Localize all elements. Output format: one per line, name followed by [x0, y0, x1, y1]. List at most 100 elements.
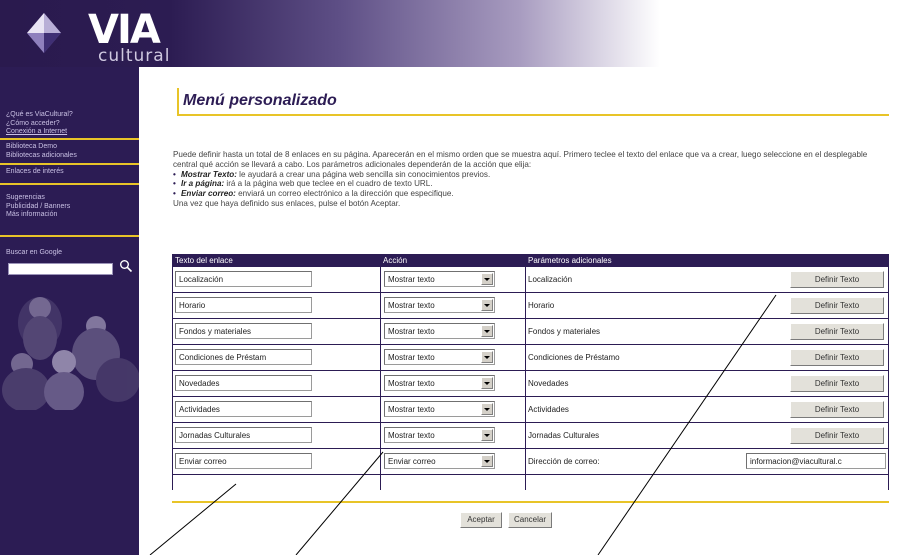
logo-diamond-icon — [27, 13, 61, 53]
logo-wordmark: VIA — [88, 7, 161, 53]
title-accent-bar — [177, 88, 179, 114]
action-select-value: Mostrar texto — [388, 275, 435, 284]
column-header-link-text: Texto del enlace — [172, 254, 380, 267]
action-select[interactable]: Mostrar texto — [384, 401, 495, 417]
table-row: Fondos y materiales Mostrar texto Fondos… — [172, 319, 889, 345]
action-cell: Mostrar texto — [380, 397, 525, 423]
sidebar-item-conexion[interactable]: Conexión a Internet — [6, 128, 73, 137]
action-select-value: Mostrar texto — [388, 379, 435, 388]
param-label: Localización — [528, 275, 573, 284]
action-cell: Mostrar texto — [380, 267, 525, 293]
table-row: Novedades Mostrar texto Novedades Definir… — [172, 371, 889, 397]
sidebar-group-extra: Sugerencias Publicidad / Banners Más inf… — [6, 194, 70, 220]
define-text-button[interactable]: Definir Texto — [790, 323, 884, 340]
action-list-item: Enviar correo: enviará un correo electró… — [173, 189, 889, 199]
link-text-cell: Localización — [172, 267, 380, 293]
table-row: Horario Mostrar texto Horario Definir Tex… — [172, 293, 889, 319]
sidebar-group-enlaces: Enlaces de interés — [6, 168, 64, 177]
sidebar-people-photo — [0, 278, 139, 410]
action-description: le ayudará a crear una página web sencil… — [236, 169, 491, 179]
link-text-input[interactable]: Jornadas Culturales — [175, 427, 312, 443]
define-text-button[interactable]: Definir Texto — [790, 297, 884, 314]
param-label: Novedades — [528, 379, 569, 388]
table-row: Localización Mostrar texto Localización D… — [172, 267, 889, 293]
sidebar-item-enlaces[interactable]: Enlaces de interés — [6, 168, 64, 177]
action-list-item: Ir a página: irá a la página web que tec… — [173, 179, 889, 189]
link-text-input[interactable]: Localización — [175, 271, 312, 287]
sidebar-item-mas-informacion[interactable]: Más información — [6, 211, 70, 220]
chevron-down-icon[interactable] — [481, 455, 493, 467]
define-text-button[interactable]: Definir Texto — [790, 349, 884, 366]
chevron-down-icon[interactable] — [481, 403, 493, 415]
sidebar-item-que-es[interactable]: ¿Qué es ViaCultural? — [6, 111, 73, 120]
define-text-button[interactable]: Definir Texto — [790, 375, 884, 392]
link-text-input[interactable]: Horario — [175, 297, 312, 313]
action-select[interactable]: Mostrar texto — [384, 375, 495, 391]
search-label: Buscar en Google — [6, 249, 63, 256]
params-cell: Actividades Definir Texto — [525, 397, 889, 423]
sidebar-item-publicidad[interactable]: Publicidad / Banners — [6, 203, 70, 212]
chevron-down-icon[interactable] — [481, 429, 493, 441]
column-header-params: Parámetros adicionales — [525, 254, 889, 267]
params-cell: Dirección de correo: informacion@viacultu… — [525, 449, 889, 475]
chevron-down-icon[interactable] — [481, 351, 493, 363]
search-input[interactable] — [8, 263, 113, 275]
sidebar-divider — [0, 183, 139, 185]
sidebar-group-bibliotecas: Biblioteca Demo Bibliotecas adicionales — [6, 143, 77, 160]
sidebar-group-search: Buscar en Google — [6, 249, 62, 258]
link-text-input[interactable]: Fondos y materiales — [175, 323, 312, 339]
link-text-input[interactable]: Condiciones de Préstam — [175, 349, 312, 365]
params-cell: Localización Definir Texto — [525, 267, 889, 293]
action-select[interactable]: Enviar correo — [384, 453, 495, 469]
sidebar-item-como-acceder[interactable]: ¿Cómo acceder? — [6, 120, 73, 129]
chevron-down-icon[interactable] — [481, 299, 493, 311]
chevron-down-icon[interactable] — [481, 325, 493, 337]
email-field[interactable]: informacion@viacultural.c — [746, 453, 886, 469]
action-select-value: Mostrar texto — [388, 327, 435, 336]
intro-outro: Una vez que haya definido sus enlaces, p… — [173, 198, 401, 208]
param-label: Jornadas Culturales — [528, 431, 600, 440]
sidebar-group-info: ¿Qué es ViaCultural? ¿Cómo acceder? Cone… — [6, 111, 73, 137]
action-cell: Mostrar texto — [380, 293, 525, 319]
header-banner: VIA cultural — [0, 0, 901, 67]
param-label: Horario — [528, 301, 555, 310]
chevron-down-icon[interactable] — [481, 273, 493, 285]
link-text-cell: Actividades — [172, 397, 380, 423]
params-cell: Fondos y materiales Definir Texto — [525, 319, 889, 345]
action-select[interactable]: Mostrar texto — [384, 323, 495, 339]
column-header-action: Acción — [380, 254, 525, 267]
params-cell: Novedades Definir Texto — [525, 371, 889, 397]
sidebar-item-sugerencias[interactable]: Sugerencias — [6, 194, 70, 203]
link-text-cell: Novedades — [172, 371, 380, 397]
links-table: Texto del enlace Acción Parámetros adici… — [172, 254, 889, 490]
accept-button[interactable]: Aceptar — [460, 512, 502, 528]
sidebar-item-bibliotecas-adicionales[interactable]: Bibliotecas adicionales — [6, 152, 77, 161]
search-icon[interactable] — [119, 259, 133, 273]
action-description: irá a la página web que teclee en el cua… — [224, 179, 433, 189]
action-select[interactable]: Mostrar texto — [384, 297, 495, 313]
action-description: enviará un correo electrónico a la direc… — [235, 189, 454, 199]
action-select[interactable]: Mostrar texto — [384, 427, 495, 443]
action-select-value: Mostrar texto — [388, 353, 435, 362]
sidebar-item-biblioteca-demo[interactable]: Biblioteca Demo — [6, 143, 77, 152]
footer-divider — [172, 501, 889, 503]
action-select-value: Mostrar texto — [388, 301, 435, 310]
define-text-button[interactable]: Definir Texto — [790, 401, 884, 418]
link-text-cell: Fondos y materiales — [172, 319, 380, 345]
link-text-cell: Enviar correo — [172, 449, 380, 475]
link-text-input[interactable]: Actividades — [175, 401, 312, 417]
chevron-down-icon[interactable] — [481, 377, 493, 389]
action-select-value: Mostrar texto — [388, 431, 435, 440]
title-underline — [177, 114, 889, 116]
define-text-button[interactable]: Definir Texto — [790, 427, 884, 444]
param-label: Actividades — [528, 405, 569, 414]
table-row: Condiciones de Préstam Mostrar texto Con… — [172, 345, 889, 371]
action-select[interactable]: Mostrar texto — [384, 271, 495, 287]
sidebar-divider — [0, 163, 139, 165]
action-select[interactable]: Mostrar texto — [384, 349, 495, 365]
define-text-button[interactable]: Definir Texto — [790, 271, 884, 288]
callout-line — [149, 483, 237, 555]
cancel-button[interactable]: Cancelar — [508, 512, 552, 528]
link-text-input[interactable]: Enviar correo — [175, 453, 312, 469]
link-text-input[interactable]: Novedades — [175, 375, 312, 391]
